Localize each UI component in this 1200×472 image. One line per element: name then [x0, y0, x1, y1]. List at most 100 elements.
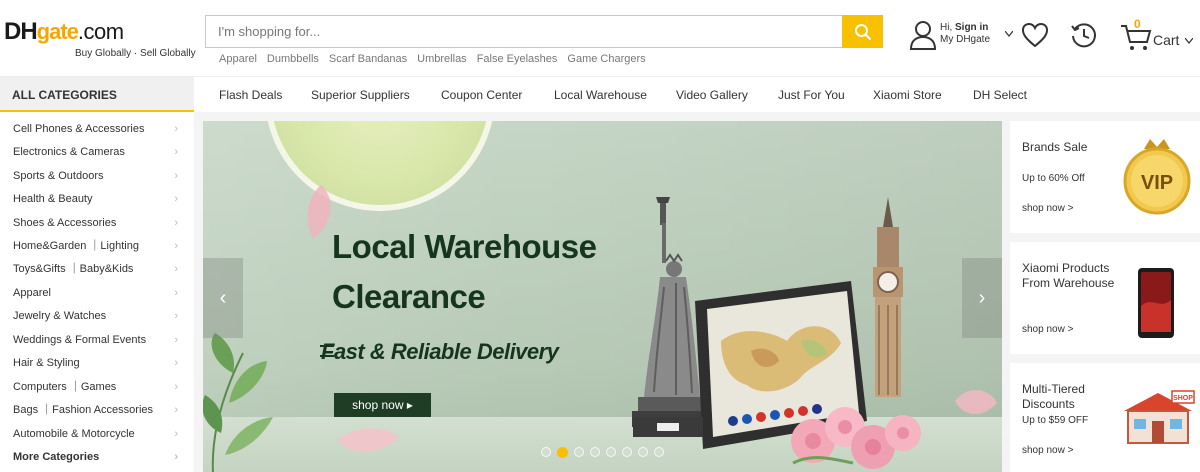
chevron-left-icon: ‹ — [219, 286, 227, 309]
chevron-right-icon: › — [174, 193, 178, 205]
category-item[interactable]: Jewelry & Watches › — [0, 305, 194, 328]
promo-title: Xiaomi Products From Warehouse — [1022, 261, 1115, 290]
chevron-right-icon: › — [174, 287, 178, 299]
chevron-right-icon: › — [978, 286, 986, 309]
category-label: Toys&Gifts ｜Baby&Kids — [13, 263, 134, 275]
history-button[interactable] — [1069, 20, 1099, 50]
svg-text:VIP: VIP — [1141, 172, 1173, 194]
category-item[interactable]: Shoes & Accessories › — [0, 212, 194, 235]
promo-shop-now-link[interactable]: shop now > — [1022, 324, 1073, 335]
carousel-dot-active[interactable] — [557, 447, 568, 458]
promo-subtitle: Up to $59 OFF — [1022, 415, 1089, 426]
category-item[interactable]: Automobile & Motorcycle › — [0, 423, 194, 446]
carousel-dot[interactable] — [574, 447, 584, 457]
sign-in-link[interactable]: Sign in — [955, 22, 988, 33]
chevron-down-icon — [1005, 31, 1013, 37]
category-label: Apparel — [13, 287, 51, 299]
chevron-right-icon: › — [174, 240, 178, 252]
promo-shop-now-link[interactable]: shop now > — [1022, 445, 1073, 456]
hero-banner[interactable]: Local Warehouse Clearance Fast & Reliabl… — [203, 121, 1002, 472]
promo-card-brands-sale[interactable]: Brands Sale Up to 60% Off shop now > VIP — [1010, 121, 1200, 233]
search-icon — [854, 23, 871, 40]
promo-card-xiaomi[interactable]: Xiaomi Products From Warehouse shop now … — [1010, 242, 1200, 354]
chevron-right-icon: › — [174, 146, 178, 158]
carousel-dot[interactable] — [638, 447, 648, 457]
category-item[interactable]: Cell Phones & Accessories › — [0, 118, 194, 141]
hot-search-words: Apparel Dumbbells Scarf Bandanas Umbrell… — [219, 53, 646, 65]
greeting-text: Hi, — [940, 22, 955, 33]
nav-link-flash-deals[interactable]: Flash Deals — [219, 88, 311, 102]
category-item[interactable]: Health & Beauty › — [0, 188, 194, 211]
hotword-link[interactable]: False Eyelashes — [477, 53, 558, 65]
logo-tagline: Buy Globally · Sell Globally — [75, 48, 196, 59]
category-label: Bags ｜Fashion Accessories — [13, 404, 154, 416]
carousel-dot[interactable] — [541, 447, 551, 457]
category-item[interactable]: Bags ｜Fashion Accessories › — [0, 399, 194, 422]
carousel-dot[interactable] — [654, 447, 664, 457]
category-label: Home&Garden ｜Lighting — [13, 240, 139, 252]
hotword-link[interactable]: Dumbbells — [267, 53, 319, 65]
banner-prev-button[interactable]: ‹ — [203, 258, 243, 338]
category-item[interactable]: Sports & Outdoors › — [0, 165, 194, 188]
nav-link-superior-suppliers[interactable]: Superior Suppliers — [311, 88, 441, 102]
category-item[interactable]: Weddings & Formal Events › — [0, 329, 194, 352]
wishlist-button[interactable] — [1020, 20, 1050, 50]
dhgate-logo[interactable]: DHgate.com Buy Globally · Sell Globally — [4, 18, 196, 68]
hotword-link[interactable]: Scarf Bandanas — [329, 53, 407, 65]
account-menu[interactable]: Hi, Sign in My DHgate — [907, 18, 1013, 52]
hotword-link[interactable]: Apparel — [219, 53, 257, 65]
carousel-dot[interactable] — [590, 447, 600, 457]
nav-link-xiaomi-store[interactable]: Xiaomi Store — [873, 88, 973, 102]
stand-illustration — [633, 417, 703, 437]
hotword-link[interactable]: Game Chargers — [567, 53, 645, 65]
cart-button[interactable]: 0 Cart — [1118, 16, 1198, 52]
category-label: More Categories — [13, 451, 100, 463]
search-button[interactable] — [842, 15, 883, 48]
category-item[interactable]: Hair & Styling › — [0, 352, 194, 375]
category-item[interactable]: Toys&Gifts ｜Baby&Kids › — [0, 258, 194, 281]
carousel-dot[interactable] — [622, 447, 632, 457]
more-categories-link[interactable]: More Categories › — [0, 446, 194, 469]
category-label: Jewelry & Watches — [13, 310, 107, 322]
promo-subtitle: Up to 60% Off — [1022, 173, 1085, 184]
banner-title-line1: Local Warehouse — [332, 228, 597, 265]
promo-shop-now-link[interactable]: shop now > — [1022, 203, 1073, 214]
logo-wordmark: DHgate.com — [4, 18, 124, 45]
my-dhgate-link[interactable]: My DHgate — [940, 34, 990, 46]
vip-badge-icon: VIP — [1123, 139, 1191, 215]
nav-link-just-for-you[interactable]: Just For You — [778, 88, 873, 102]
all-categories-tab[interactable]: ALL CATEGORIES — [0, 77, 194, 113]
category-label: Health & Beauty — [13, 193, 93, 205]
nav-link-dh-select[interactable]: DH Select — [973, 88, 1027, 102]
big-ben-illustration — [873, 197, 903, 397]
category-item[interactable]: Home&Garden ｜Lighting › — [0, 235, 194, 258]
carousel-indicators — [541, 447, 664, 458]
chevron-right-icon: › — [174, 217, 178, 229]
category-label: Electronics & Cameras — [13, 146, 125, 158]
search-input[interactable] — [206, 16, 842, 47]
promo-card-multi-tiered[interactable]: Multi-Tiered Discounts Up to $59 OFF sho… — [1010, 363, 1200, 472]
nav-link-video-gallery[interactable]: Video Gallery — [676, 88, 778, 102]
promo-title: Multi-Tiered Discounts — [1022, 382, 1085, 411]
leaf-decoration — [203, 333, 273, 472]
banner-shop-now-button[interactable]: shop now ▸ — [334, 393, 431, 417]
category-label: Automobile & Motorcycle — [13, 428, 135, 440]
carousel-dot[interactable] — [606, 447, 616, 457]
promo-title: Brands Sale — [1022, 140, 1088, 154]
banner-subtitle: Fast & Reliable Delivery — [321, 339, 559, 364]
chevron-right-icon: › — [174, 381, 178, 393]
site-header: DHgate.com Buy Globally · Sell Globally … — [0, 0, 1200, 76]
smartphone-icon — [1138, 268, 1174, 338]
petal-decoration — [337, 428, 399, 452]
chevron-right-icon: › — [174, 170, 178, 182]
chevron-right-icon: › — [174, 451, 178, 463]
banner-next-button[interactable]: › — [962, 258, 1002, 338]
nav-link-coupon-center[interactable]: Coupon Center — [441, 88, 554, 102]
cart-label: Cart — [1153, 32, 1180, 48]
nav-link-local-warehouse[interactable]: Local Warehouse — [554, 88, 676, 102]
category-item[interactable]: Computers ｜Games › — [0, 376, 194, 399]
chevron-right-icon: › — [174, 334, 178, 346]
category-item[interactable]: Apparel › — [0, 282, 194, 305]
category-item[interactable]: Electronics & Cameras › — [0, 141, 194, 164]
hotword-link[interactable]: Umbrellas — [417, 53, 467, 65]
